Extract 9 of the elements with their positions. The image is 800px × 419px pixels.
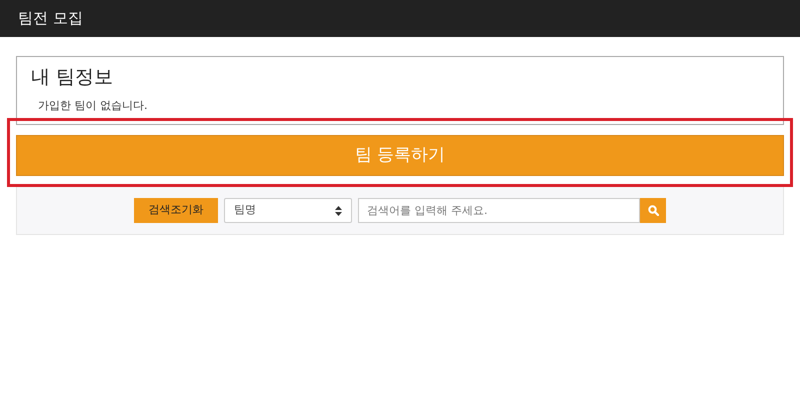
empty-message: 가입한 팀이 없습니다. xyxy=(37,98,148,114)
reset-search-button[interactable]: 검색조기화 xyxy=(134,198,218,223)
sort-arrows-icon xyxy=(335,206,342,216)
search-input[interactable]: 검색어를 입력해 주세요. xyxy=(358,198,640,223)
search-icon xyxy=(648,205,658,216)
search-button[interactable] xyxy=(640,198,666,223)
page-title: 팀전 모집 xyxy=(18,8,83,30)
search-type-select[interactable]: 팀명 xyxy=(224,198,352,223)
section-title: 내 팀정보 xyxy=(31,65,114,89)
